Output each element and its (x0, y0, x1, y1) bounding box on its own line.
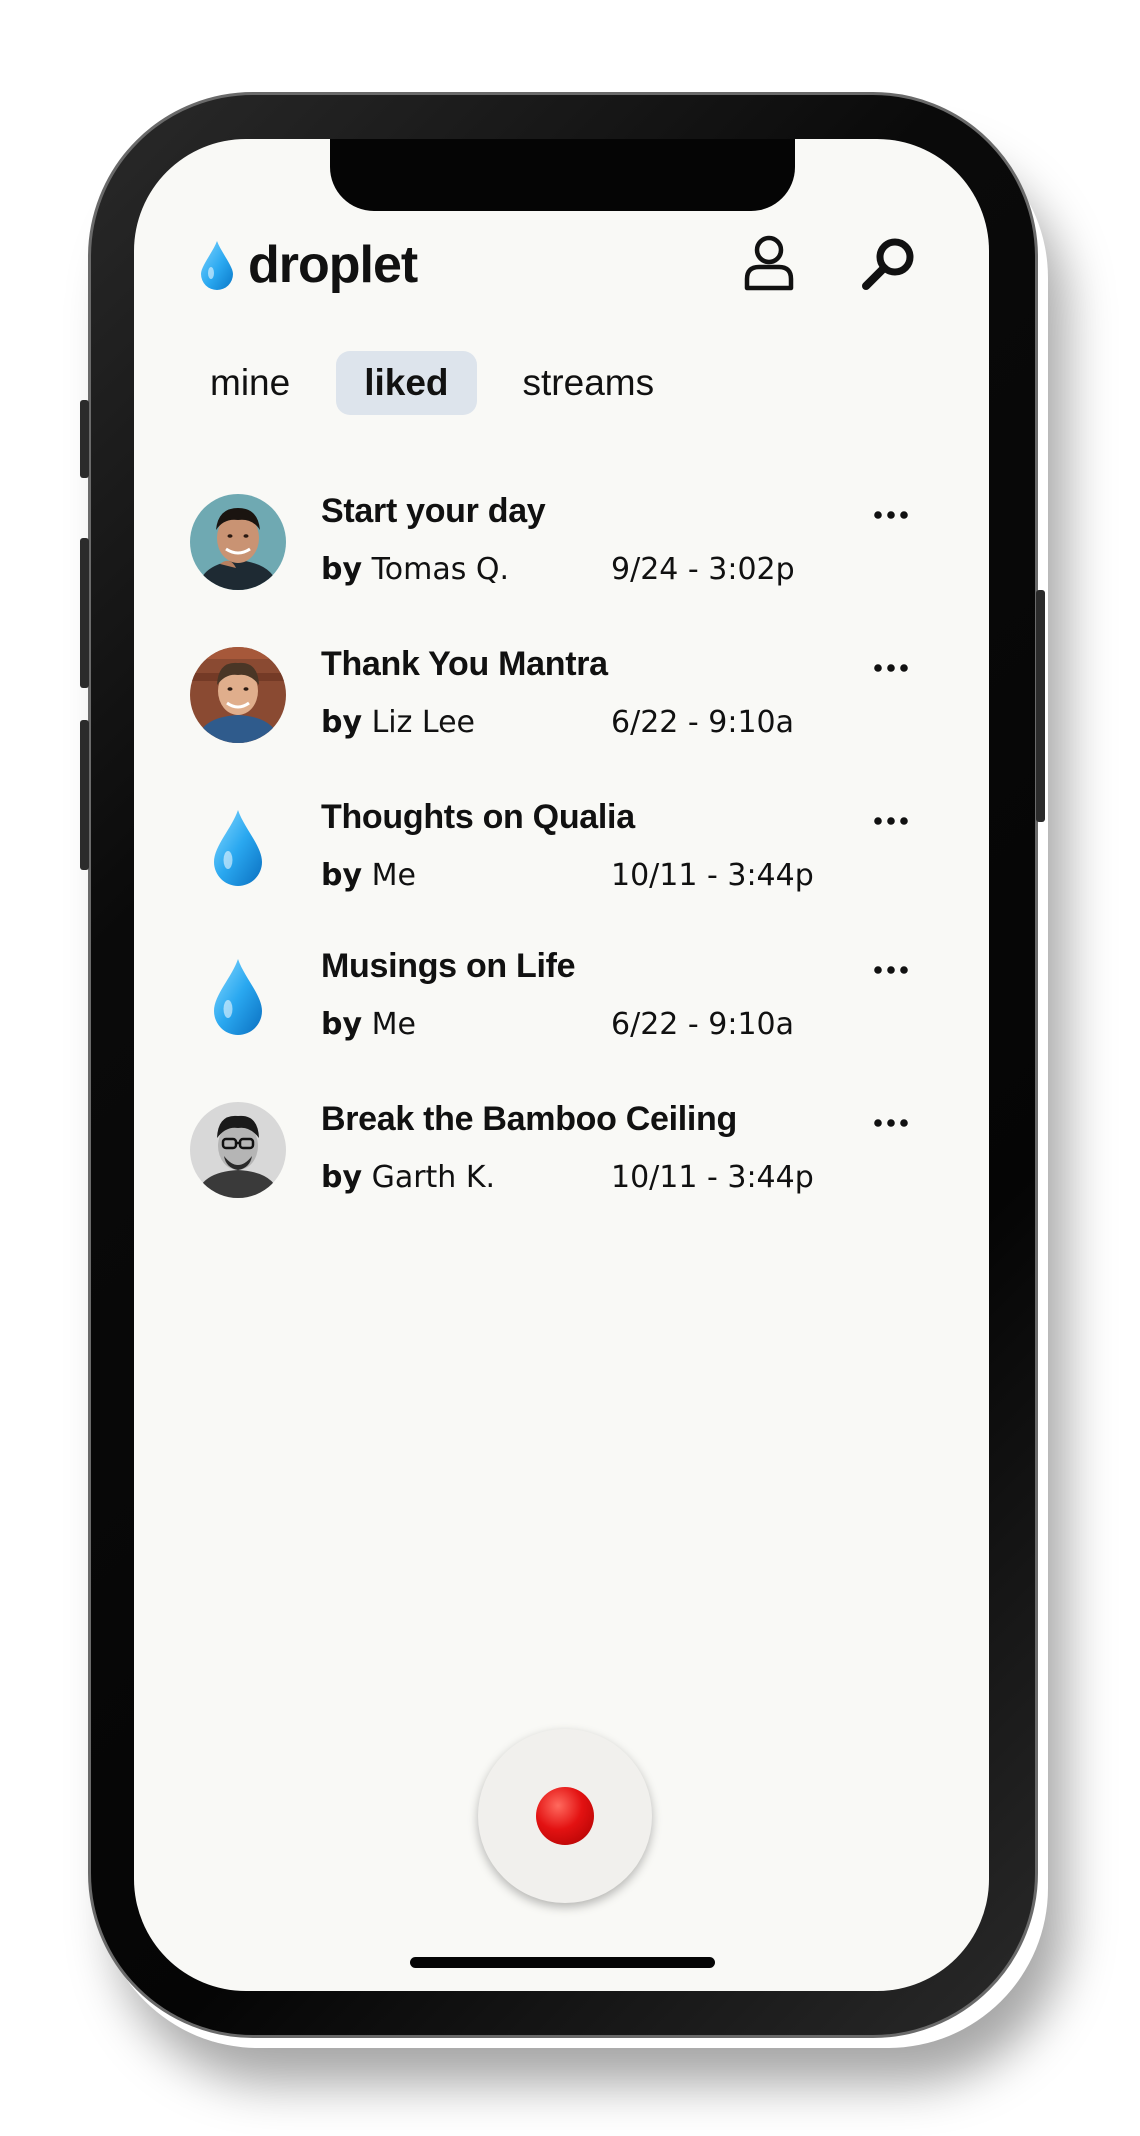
record-button[interactable] (478, 1729, 652, 1903)
item-title: Thank You Mantra (321, 645, 608, 683)
app-logo: droplet (200, 235, 418, 295)
by-label: by (321, 705, 363, 740)
item-date: 9/24 - 3:02p (611, 552, 795, 587)
avatar (190, 494, 286, 590)
item-title: Thoughts on Qualia (321, 798, 635, 836)
avatar (190, 949, 286, 1045)
item-date: 6/22 - 9:10a (611, 1007, 795, 1042)
ellipsis-icon (874, 511, 908, 519)
search-icon (862, 238, 914, 290)
droplet-icon (214, 810, 262, 886)
avatar-photo-liz (190, 647, 286, 743)
more-button[interactable] (866, 500, 916, 530)
ellipsis-icon (874, 817, 908, 825)
author-name: Garth K. (371, 1160, 496, 1195)
by-label: by (321, 1160, 363, 1195)
tab-bar: mine liked streams (182, 351, 682, 415)
more-button[interactable] (866, 653, 916, 683)
list-item[interactable]: Break the Bamboo Ceiling by Garth K. 10/… (190, 1100, 950, 1222)
more-button[interactable] (866, 1108, 916, 1138)
item-author: by Me (321, 858, 416, 893)
list-item[interactable]: Thoughts on Qualia by Me 10/11 - 3:44p (190, 798, 950, 920)
record-icon (536, 1787, 594, 1845)
list-item[interactable]: Thank You Mantra by Liz Lee 6/22 - 9:10a (190, 645, 950, 767)
power-button (1036, 590, 1045, 822)
avatar (190, 647, 286, 743)
avatar-photo-tomas (190, 494, 286, 590)
list-item[interactable]: Start your day by Tomas Q. 9/24 - 3:02p (190, 492, 950, 614)
author-name: Liz Lee (371, 705, 476, 740)
tab-mine[interactable]: mine (182, 351, 318, 415)
item-author: by Garth K. (321, 1160, 495, 1195)
author-name: Me (371, 858, 416, 893)
tab-streams[interactable]: streams (495, 351, 683, 415)
item-title: Start your day (321, 492, 546, 530)
by-label: by (321, 552, 363, 587)
avatar (190, 800, 286, 896)
home-indicator[interactable] (410, 1957, 715, 1968)
item-author: by Liz Lee (321, 705, 475, 740)
more-button[interactable] (866, 955, 916, 985)
item-author: by Me (321, 1007, 416, 1042)
droplet-logo-icon (201, 241, 233, 290)
notch (330, 139, 795, 211)
volume-up-button (80, 538, 89, 688)
profile-button[interactable] (737, 231, 801, 295)
ellipsis-icon (874, 664, 908, 672)
ellipsis-icon (874, 966, 908, 974)
tab-liked[interactable]: liked (336, 351, 477, 415)
user-icon (744, 235, 794, 291)
avatar-photo-garth (190, 1102, 286, 1198)
list-item[interactable]: Musings on Life by Me 6/22 - 9:10a (190, 947, 950, 1069)
more-button[interactable] (866, 806, 916, 836)
item-date: 10/11 - 3:44p (611, 858, 814, 893)
item-date: 6/22 - 9:10a (611, 705, 795, 740)
item-date: 10/11 - 3:44p (611, 1160, 814, 1195)
by-label: by (321, 858, 363, 893)
app-name: droplet (248, 236, 418, 294)
by-label: by (321, 1007, 363, 1042)
volume-down-button (80, 720, 89, 870)
author-name: Tomas Q. (371, 552, 510, 587)
droplet-icon (214, 959, 262, 1035)
author-name: Me (371, 1007, 416, 1042)
item-title: Break the Bamboo Ceiling (321, 1100, 737, 1138)
item-author: by Tomas Q. (321, 552, 509, 587)
item-title: Musings on Life (321, 947, 576, 985)
mute-switch (80, 400, 89, 478)
app-screen: droplet mine liked streams Start your da… (134, 139, 989, 1991)
search-button[interactable] (858, 231, 922, 295)
avatar (190, 1102, 286, 1198)
ellipsis-icon (874, 1119, 908, 1127)
